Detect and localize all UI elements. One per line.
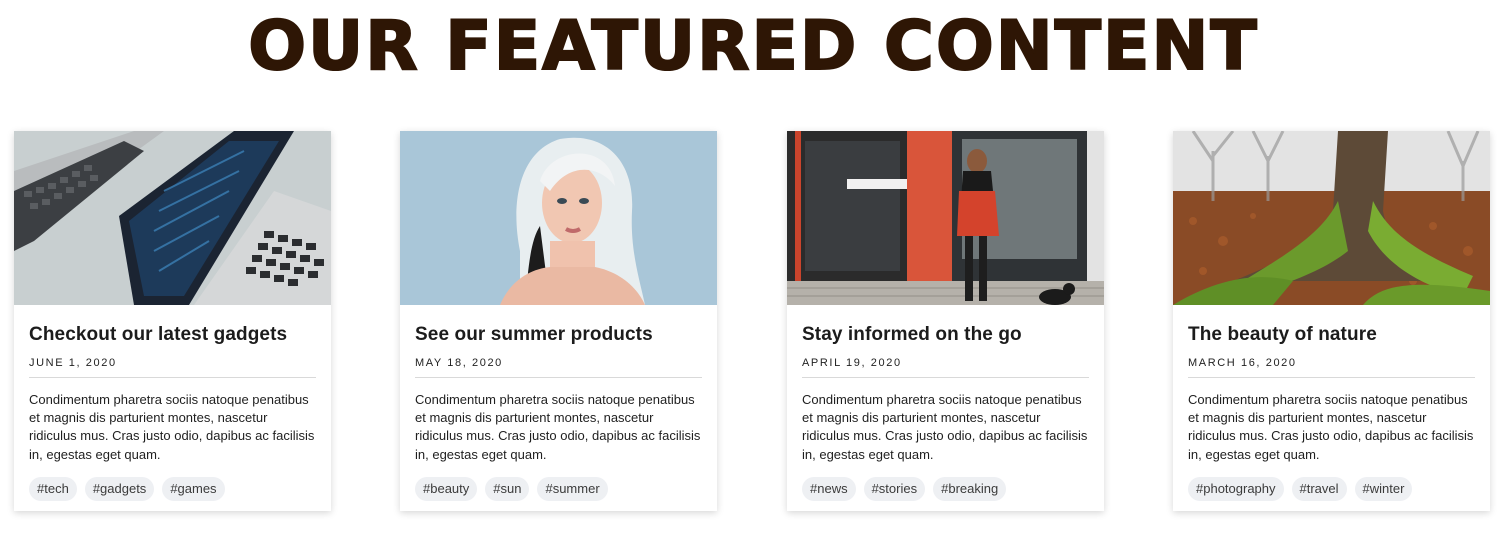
card-title[interactable]: Stay informed on the go bbox=[802, 323, 1089, 346]
card-image[interactable] bbox=[14, 131, 331, 305]
card-divider bbox=[1188, 377, 1475, 378]
content-card[interactable]: See our summer products MAY 18, 2020 Con… bbox=[400, 131, 717, 511]
card-divider bbox=[415, 377, 702, 378]
card-image[interactable] bbox=[400, 131, 717, 305]
card-title[interactable]: The beauty of nature bbox=[1188, 323, 1475, 346]
tag-chip[interactable]: #sun bbox=[485, 476, 530, 501]
tag-chip[interactable]: #gadgets bbox=[84, 476, 155, 501]
tag-chip[interactable]: #travel bbox=[1291, 476, 1347, 501]
tag-chip[interactable]: #news bbox=[802, 476, 856, 501]
card-description: Condimentum pharetra sociis natoque pena… bbox=[415, 392, 701, 462]
card-date: JUNE 1, 2020 bbox=[29, 357, 117, 369]
tag-chip[interactable]: #games bbox=[162, 476, 225, 501]
card-title[interactable]: Checkout our latest gadgets bbox=[29, 323, 316, 346]
card-title[interactable]: See our summer products bbox=[415, 323, 702, 346]
card-divider bbox=[802, 377, 1089, 378]
tag-chip[interactable]: #summer bbox=[537, 476, 608, 501]
card-description: Condimentum pharetra sociis natoque pena… bbox=[29, 392, 315, 462]
card-tags: #beauty #sun #summer bbox=[415, 476, 702, 501]
tag-chip[interactable]: #tech bbox=[29, 476, 77, 501]
card-description: Condimentum pharetra sociis natoque pena… bbox=[802, 392, 1088, 462]
card-tags: #tech #gadgets #games bbox=[29, 476, 316, 501]
card-date: MARCH 16, 2020 bbox=[1188, 357, 1297, 369]
tag-chip[interactable]: #winter bbox=[1354, 476, 1413, 501]
card-image[interactable] bbox=[1173, 131, 1490, 305]
card-divider bbox=[29, 377, 316, 378]
tag-chip[interactable]: #stories bbox=[863, 476, 926, 501]
tag-chip[interactable]: #breaking bbox=[933, 476, 1007, 501]
card-tags: #news #stories #breaking bbox=[802, 476, 1089, 501]
page-title: OUR FEATURED CONTENT bbox=[247, 7, 1259, 87]
content-card[interactable]: Stay informed on the go APRIL 19, 2020 C… bbox=[787, 131, 1104, 511]
card-description: Condimentum pharetra sociis natoque pena… bbox=[1188, 392, 1474, 462]
tag-chip[interactable]: #beauty bbox=[415, 476, 478, 501]
card-tags: #photography #travel #winter bbox=[1188, 476, 1475, 501]
content-card[interactable]: The beauty of nature MARCH 16, 2020 Cond… bbox=[1173, 131, 1490, 511]
content-card[interactable]: Checkout our latest gadgets JUNE 1, 2020… bbox=[14, 131, 331, 511]
card-date: APRIL 19, 2020 bbox=[802, 357, 902, 369]
tag-chip[interactable]: #photography bbox=[1188, 476, 1284, 501]
card-image[interactable] bbox=[787, 131, 1104, 305]
card-date: MAY 18, 2020 bbox=[415, 357, 503, 369]
